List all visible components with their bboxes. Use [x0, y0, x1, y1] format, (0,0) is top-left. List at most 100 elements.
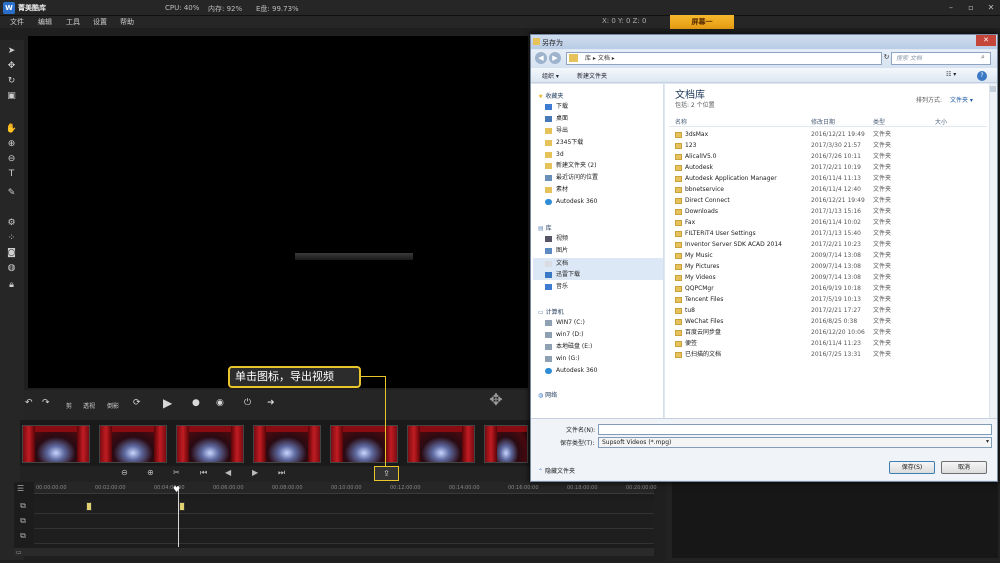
- file-row[interactable]: Autodesk Application Manager 2016/11/4 11…: [675, 173, 985, 184]
- file-row[interactable]: Inventor Server SDK ACAD 2014 2017/2/21 1…: [675, 239, 985, 250]
- scene-thumbnail[interactable]: [99, 425, 167, 463]
- playhead[interactable]: [178, 487, 179, 547]
- sort-dropdown[interactable]: 文件夹 ▾: [950, 95, 973, 104]
- cut-label[interactable]: 剪: [66, 401, 72, 410]
- file-row[interactable]: My Music 2009/7/14 13:08 文件夹: [675, 250, 985, 261]
- pan-control-icon[interactable]: ✥: [480, 390, 512, 418]
- play-icon[interactable]: ▶: [163, 396, 172, 410]
- dialog-close-icon[interactable]: ✕: [976, 35, 996, 46]
- scene-thumbnail[interactable]: [253, 425, 321, 463]
- nav-favorites[interactable]: ★ 收藏夹: [538, 91, 563, 100]
- nav-item-materials[interactable]: 素材: [545, 184, 660, 195]
- skip-end-icon[interactable]: ⏭: [278, 468, 285, 478]
- list-icon[interactable]: ☰: [17, 484, 24, 493]
- scene-thumbnail[interactable]: [330, 425, 398, 463]
- globe-icon[interactable]: ◍: [5, 263, 18, 274]
- nav-network[interactable]: ◍ 网络: [538, 390, 557, 399]
- file-row[interactable]: My Videos 2009/7/14 13:08 文件夹: [675, 272, 985, 283]
- file-row[interactable]: bbnetservice 2016/11/4 12:40 文件夹: [675, 184, 985, 195]
- refresh-icon[interactable]: ⟳: [133, 398, 141, 408]
- file-row[interactable]: My Pictures 2009/7/14 13:08 文件夹: [675, 261, 985, 272]
- pointer-icon[interactable]: ➤: [5, 46, 18, 57]
- new-folder-button[interactable]: 新建文件夹: [577, 71, 607, 80]
- menu-tools[interactable]: 工具: [66, 17, 80, 27]
- back-icon[interactable]: ◀: [535, 52, 547, 64]
- nav-item-drive-d[interactable]: win7 (D:): [545, 329, 660, 340]
- step-forward-icon[interactable]: ▶: [252, 468, 258, 477]
- library-subtitle[interactable]: 包括: 2 个位置: [675, 100, 715, 109]
- file-row[interactable]: 3dsMax 2016/12/21 19:49 文件夹: [675, 129, 985, 140]
- perspective-label[interactable]: 透视: [83, 401, 95, 410]
- column-header-name[interactable]: 名称: [675, 117, 687, 126]
- step-back-icon[interactable]: ◀: [225, 468, 231, 477]
- text-icon[interactable]: T: [5, 169, 18, 180]
- file-row[interactable]: FILTERiT4 User Settings 2017/1/13 15:40 文件…: [675, 228, 985, 239]
- nav-item-pictures[interactable]: 图片: [545, 245, 660, 256]
- cancel-button[interactable]: 取消: [941, 461, 987, 474]
- filename-input[interactable]: [598, 424, 992, 435]
- file-row[interactable]: QQPCMgr 2016/9/19 10:18 文件夹: [675, 283, 985, 294]
- file-row[interactable]: 百度云同步盘 2016/12/20 10:06 文件夹: [675, 327, 985, 338]
- track-menu-icon[interactable]: ▭: [16, 549, 22, 556]
- scene-thumbnail[interactable]: [407, 425, 475, 463]
- minimize-icon[interactable]: –: [944, 2, 958, 14]
- gear-icon[interactable]: ⚙: [5, 218, 18, 229]
- nav-item-2345[interactable]: 2345下载: [545, 137, 660, 148]
- nav-item-documents[interactable]: 文档: [545, 258, 660, 269]
- camera-icon[interactable]: ◙: [5, 248, 18, 259]
- hand-icon[interactable]: ✋: [5, 124, 18, 135]
- maximize-icon[interactable]: ▫: [964, 2, 978, 14]
- undo-icon[interactable]: ↶: [25, 398, 33, 408]
- chevron-down-icon[interactable]: ▾: [986, 438, 989, 445]
- scene-thumbnail[interactable]: [22, 425, 90, 463]
- nav-item-drive-e[interactable]: 本地磁盘 (E:): [545, 341, 660, 352]
- column-header-type[interactable]: 类型: [873, 117, 885, 126]
- screen-button[interactable]: 屏幕一: [670, 15, 734, 29]
- track-layer-icon[interactable]: ⧉: [16, 516, 30, 528]
- scissors-icon[interactable]: ✂: [173, 468, 180, 477]
- file-row[interactable]: tu8 2017/2/21 17:27 文件夹: [675, 305, 985, 316]
- nav-item-drive-c[interactable]: WIN7 (C:): [545, 317, 660, 328]
- refresh-icon[interactable]: ↻: [882, 53, 891, 64]
- file-row[interactable]: 123 2017/3/30 21:57 文件夹: [675, 140, 985, 151]
- reflection-label[interactable]: 倒影: [107, 401, 119, 410]
- file-row[interactable]: Downloads 2017/1/13 15:16 文件夹: [675, 206, 985, 217]
- search-input[interactable]: 搜索 文档: [891, 52, 991, 65]
- power-icon[interactable]: ⏻: [244, 398, 251, 408]
- nav-item-music[interactable]: 音乐: [545, 281, 660, 292]
- forward-icon[interactable]: ▶: [549, 52, 561, 64]
- next-icon[interactable]: ➜: [267, 398, 275, 408]
- nav-item-downloads[interactable]: 下载: [545, 101, 660, 112]
- nav-item-autodesk360[interactable]: Autodesk 360: [545, 196, 660, 207]
- preview-viewport[interactable]: [28, 36, 528, 388]
- scene-thumbnail[interactable]: [484, 425, 528, 463]
- redo-icon[interactable]: ↷: [42, 398, 50, 408]
- nav-libraries[interactable]: ▤ 库: [538, 223, 552, 232]
- nav-item-videos[interactable]: 视频: [545, 233, 660, 244]
- grid-icon[interactable]: ⁘: [5, 233, 18, 244]
- file-row[interactable]: Direct Connect 2016/12/21 19:49 文件夹: [675, 195, 985, 206]
- filetype-select[interactable]: Supsoft Videos (*.mpg): [598, 437, 992, 448]
- edit-icon[interactable]: ✎: [5, 188, 18, 199]
- nav-item-drive-g[interactable]: win (G:): [545, 353, 660, 364]
- nav-item-3d[interactable]: 3d: [545, 149, 660, 160]
- save-button[interactable]: 保存(S): [889, 461, 935, 474]
- file-list-scrollbar[interactable]: [989, 84, 997, 418]
- view-icon[interactable]: ☷ ▾: [946, 71, 956, 78]
- file-row[interactable]: 已扫描的文档 2016/7/25 13:31 文件夹: [675, 349, 985, 360]
- playhead-marker-icon[interactable]: ♥: [173, 485, 180, 494]
- file-row[interactable]: 便签 2016/11/4 11:23 文件夹: [675, 338, 985, 349]
- file-row[interactable]: Fax 2016/11/4 10:02 文件夹: [675, 217, 985, 228]
- menu-help[interactable]: 帮助: [120, 17, 134, 27]
- hide-folders-toggle[interactable]: ⌃ 隐藏文件夹: [538, 466, 575, 475]
- scale-icon[interactable]: ▣: [5, 91, 18, 102]
- lock-icon[interactable]: 🔒︎: [5, 280, 18, 291]
- menu-edit[interactable]: 编辑: [38, 17, 52, 27]
- nav-item-new-folder[interactable]: 新建文件夹 (2): [545, 160, 660, 171]
- timeline-scrollbar[interactable]: [14, 548, 654, 556]
- zoom-in-icon[interactable]: ⊕: [5, 139, 18, 150]
- zoom-in-icon[interactable]: ⊕: [147, 468, 154, 477]
- file-row[interactable]: Autodesk 2017/2/21 10:19 文件夹: [675, 162, 985, 173]
- file-row[interactable]: AlicalIV5.0 2016/7/26 10:11 文件夹: [675, 151, 985, 162]
- nav-item-export[interactable]: 导出: [545, 125, 660, 136]
